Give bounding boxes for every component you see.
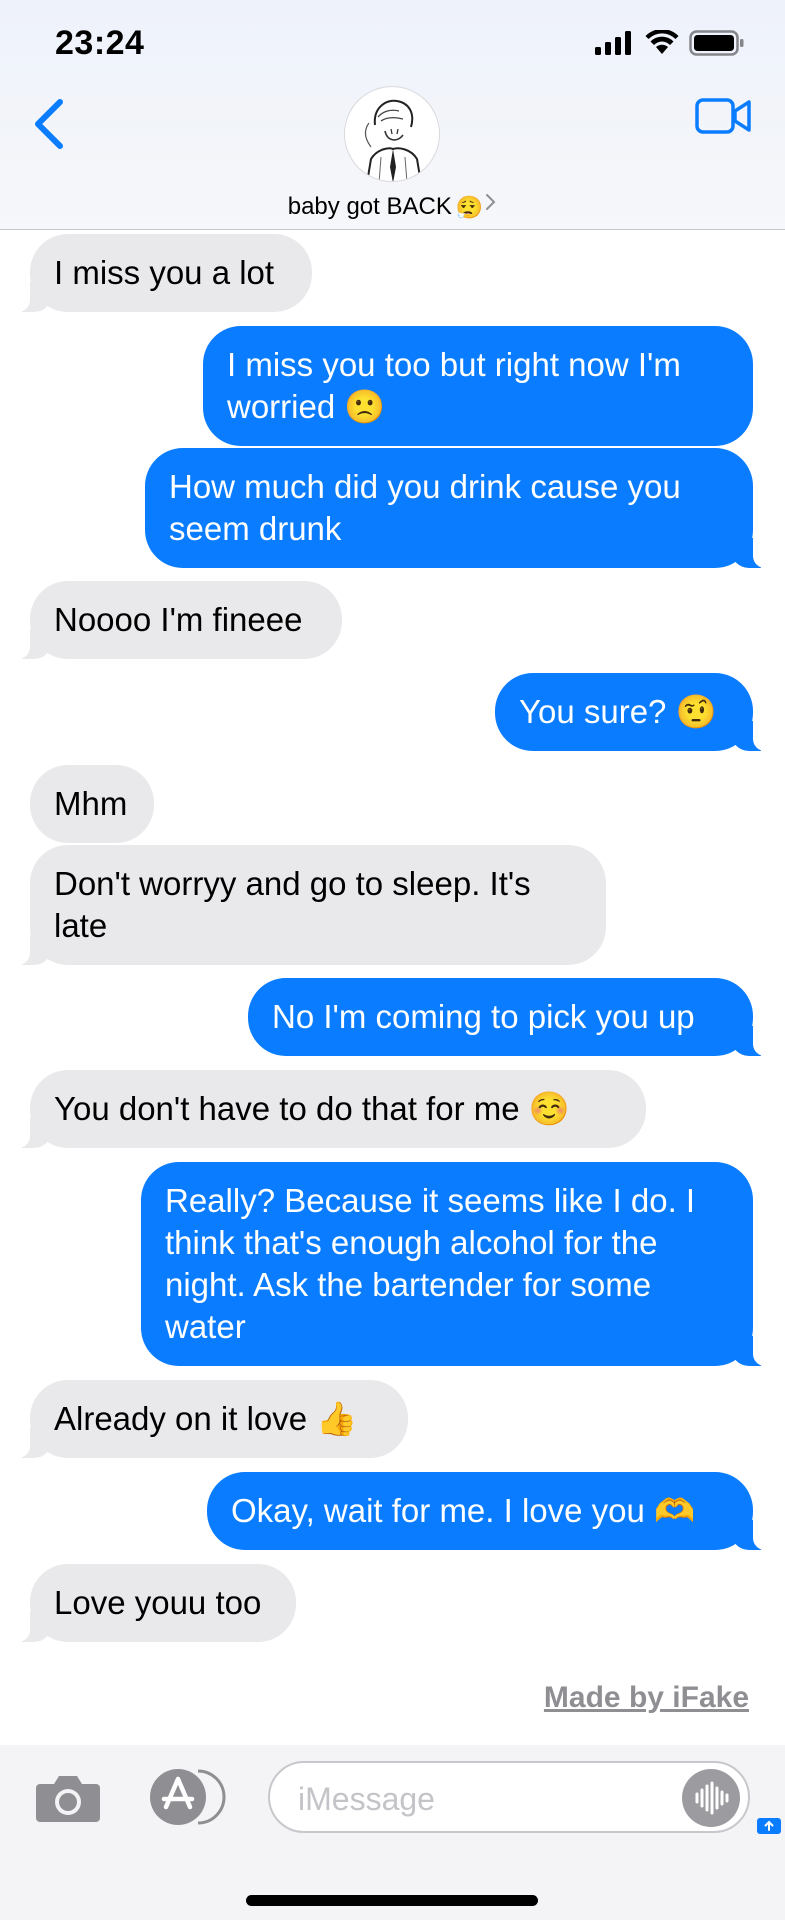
- contact-avatar[interactable]: [344, 86, 440, 182]
- audio-waveform-icon: [695, 1781, 729, 1815]
- message-input-bar: iMessage: [0, 1745, 785, 1920]
- camera-icon: [36, 1776, 100, 1822]
- message-text: You don't have to do that for me ☺️: [54, 1090, 570, 1127]
- watermark-text: Made by iFake: [543, 1681, 749, 1714]
- avatar-sketch-icon: [364, 99, 422, 181]
- message-text: You sure? 🤨: [519, 693, 717, 730]
- message-text: Noooo I'm fineee: [54, 601, 303, 638]
- message-text: No I'm coming to pick you up: [272, 998, 695, 1035]
- imessage-input[interactable]: iMessage: [268, 1761, 750, 1833]
- message-text: Already on it love 👍: [54, 1400, 358, 1437]
- message-bubble-sent[interactable]: How much did you drink cause you seem dr…: [145, 448, 771, 568]
- camera-button[interactable]: [34, 1772, 102, 1824]
- chevron-right-icon: [486, 194, 496, 210]
- battery-icon: [689, 30, 744, 56]
- message-bubble-received[interactable]: Mhm: [30, 765, 154, 843]
- contact-emoji: 😮‍💨: [455, 196, 484, 221]
- message-text: Mhm: [54, 785, 128, 822]
- status-icons: [595, 28, 745, 58]
- facetime-video-button[interactable]: [695, 96, 753, 136]
- message-bubble-sent[interactable]: I miss you too but right now I'm worried…: [203, 326, 753, 446]
- chevron-left-icon: [35, 99, 63, 149]
- side-app-button[interactable]: [756, 1815, 782, 1835]
- message-bubble-received[interactable]: Don't worryy and go to sleep. It's late: [12, 845, 606, 965]
- message-text: I miss you a lot: [54, 254, 275, 291]
- video-camera-icon: [695, 98, 751, 134]
- cellular-signal-icon: [595, 31, 631, 55]
- imessage-placeholder: iMessage: [298, 1781, 435, 1817]
- wifi-icon: [645, 30, 679, 54]
- message-list: I miss you a lot I miss you too but righ…: [0, 231, 785, 1741]
- message-bubble-sent[interactable]: Really? Because it seems like I do. I th…: [141, 1162, 771, 1366]
- app-store-icon: [150, 1769, 226, 1825]
- message-text: Don't worryy and go to sleep. It's late: [54, 865, 531, 944]
- message-text: Okay, wait for me. I love you 🫶: [231, 1492, 696, 1529]
- home-indicator: [246, 1895, 538, 1906]
- message-text: How much did you drink cause you seem dr…: [169, 468, 681, 547]
- message-bubble-sent[interactable]: Okay, wait for me. I love you 🫶: [207, 1472, 771, 1550]
- message-text: I miss you too but right now I'm worried…: [227, 346, 681, 425]
- message-bubble-received[interactable]: Love youu too: [12, 1564, 296, 1642]
- status-time: 23:24: [55, 24, 145, 62]
- conversation-header: 23:24: [0, 0, 785, 230]
- contact-name-button[interactable]: baby got BACK 😮‍💨: [0, 190, 785, 221]
- message-bubble-sent[interactable]: You sure? 🤨: [495, 673, 771, 751]
- message-bubble-received[interactable]: You don't have to do that for me ☺️: [12, 1070, 646, 1148]
- message-bubble-received[interactable]: Noooo I'm fineee: [12, 581, 342, 659]
- app-drawer-button[interactable]: [148, 1767, 226, 1827]
- message-bubble-received[interactable]: Already on it love 👍: [12, 1380, 408, 1458]
- audio-message-button[interactable]: [682, 1769, 740, 1827]
- contact-name: baby got BACK: [287, 193, 452, 220]
- message-bubble-sent[interactable]: No I'm coming to pick you up: [248, 978, 771, 1056]
- folder-arrow-icon: [757, 1818, 781, 1834]
- message-text: Really? Because it seems like I do. I th…: [165, 1182, 696, 1345]
- messages-screen: 23:24: [0, 0, 785, 1920]
- message-text: Love youu too: [54, 1584, 262, 1621]
- back-button[interactable]: [28, 96, 72, 152]
- message-bubble-received[interactable]: I miss you a lot: [12, 234, 312, 312]
